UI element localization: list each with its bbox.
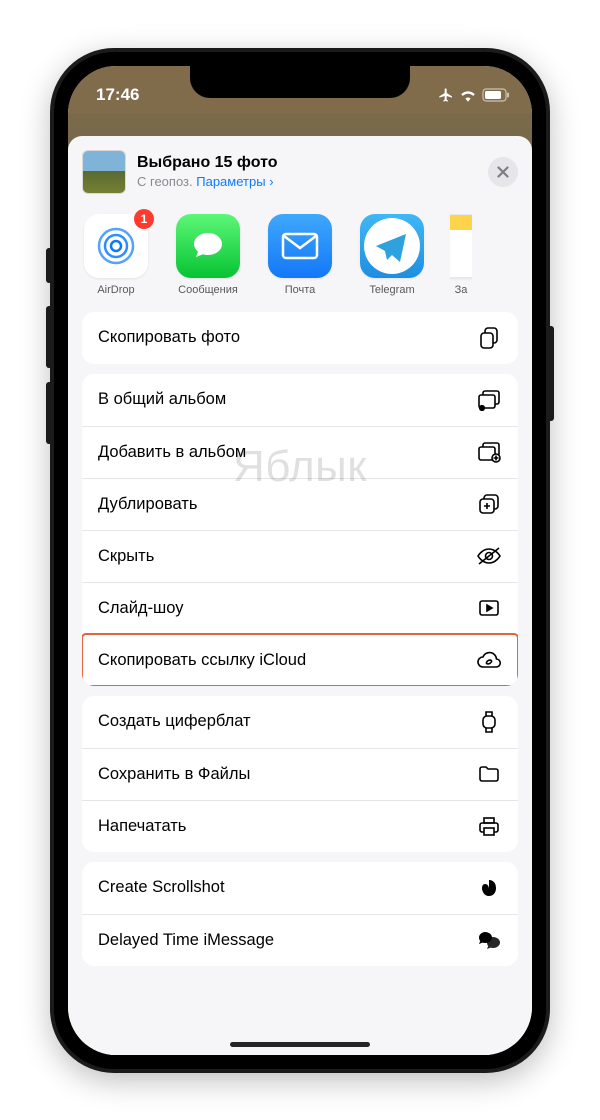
action-copy-photo[interactable]: Скопировать фото: [82, 312, 518, 364]
close-button[interactable]: [488, 157, 518, 187]
app-label: AirDrop: [97, 284, 134, 296]
actions-list[interactable]: Скопировать фото В общий альбом: [68, 312, 532, 1055]
printer-icon: [476, 815, 502, 837]
selection-thumbnail: [82, 150, 126, 194]
telegram-icon: [360, 214, 424, 278]
airdrop-badge: 1: [134, 209, 154, 229]
sheet-title: Выбрано 15 фото: [137, 154, 277, 172]
screen: 17:46 Выбрано 15 фото С геопоз.: [68, 66, 532, 1055]
sheet-subtitle: С геопоз. Параметры ›: [137, 174, 277, 189]
wifi-icon: [459, 88, 477, 102]
scrollshot-icon: [476, 878, 502, 898]
action-create-watchface[interactable]: Создать циферблат: [82, 696, 518, 748]
share-apps-row[interactable]: 1 AirDrop Сообщения Почта: [68, 204, 532, 312]
action-print[interactable]: Напечатать: [82, 800, 518, 852]
app-label: Сообщения: [178, 284, 238, 296]
notes-icon: [450, 214, 472, 278]
app-label: Telegram: [369, 284, 414, 296]
chat-bubbles-icon: [476, 930, 502, 950]
app-label: За: [455, 284, 468, 296]
app-airdrop[interactable]: 1 AirDrop: [82, 214, 150, 296]
action-add-to-album[interactable]: Добавить в альбом: [82, 426, 518, 478]
shared-album-icon: [476, 389, 502, 411]
action-label: Delayed Time iMessage: [98, 931, 274, 950]
copy-icon: [476, 326, 502, 350]
action-shared-album[interactable]: В общий альбом: [82, 374, 518, 426]
geolocation-label: С геопоз.: [137, 174, 193, 189]
add-to-album-icon: [476, 441, 502, 463]
action-label: Сохранить в Файлы: [98, 765, 250, 784]
action-label: Слайд-шоу: [98, 599, 184, 618]
play-icon: [476, 599, 502, 617]
volume-down-button: [46, 382, 50, 444]
mute-switch: [46, 248, 50, 283]
cloud-link-icon: [476, 651, 502, 669]
home-indicator[interactable]: [230, 1042, 370, 1047]
action-label: Скрыть: [98, 547, 154, 566]
action-save-to-files[interactable]: Сохранить в Файлы: [82, 748, 518, 800]
action-copy-icloud-link[interactable]: Скопировать ссылку iCloud: [82, 634, 518, 686]
notch: [190, 66, 410, 98]
options-link[interactable]: Параметры ›: [196, 174, 273, 189]
messages-icon: [176, 214, 240, 278]
duplicate-icon: [476, 493, 502, 515]
action-create-scrollshot[interactable]: Create Scrollshot: [82, 862, 518, 914]
hide-icon: [476, 546, 502, 566]
app-notes-partial[interactable]: За: [450, 214, 472, 296]
action-label: Добавить в альбом: [98, 443, 246, 462]
app-mail[interactable]: Почта: [266, 214, 334, 296]
app-label: Почта: [285, 284, 316, 296]
mail-icon: [268, 214, 332, 278]
action-label: Напечатать: [98, 817, 186, 836]
action-label: Создать циферблат: [98, 712, 251, 731]
action-label: Скопировать ссылку iCloud: [98, 651, 306, 670]
action-duplicate[interactable]: Дублировать: [82, 478, 518, 530]
app-telegram[interactable]: Telegram: [358, 214, 426, 296]
side-button: [550, 326, 554, 421]
folder-icon: [476, 765, 502, 783]
battery-icon: [482, 88, 510, 102]
sheet-header: Выбрано 15 фото С геопоз. Параметры ›: [68, 136, 532, 204]
action-hide[interactable]: Скрыть: [82, 530, 518, 582]
watch-icon: [476, 710, 502, 734]
action-label: Create Scrollshot: [98, 878, 225, 897]
status-time: 17:46: [96, 85, 139, 105]
share-sheet: Выбрано 15 фото С геопоз. Параметры ›: [68, 136, 532, 1055]
action-delayed-imessage[interactable]: Delayed Time iMessage: [82, 914, 518, 966]
airplane-mode-icon: [438, 87, 454, 103]
action-label: Дублировать: [98, 495, 197, 514]
volume-up-button: [46, 306, 50, 368]
action-label: В общий альбом: [98, 390, 226, 409]
action-label: Скопировать фото: [98, 328, 240, 347]
phone-frame: 17:46 Выбрано 15 фото С геопоз.: [50, 48, 550, 1073]
close-icon: [497, 166, 509, 178]
app-messages[interactable]: Сообщения: [174, 214, 242, 296]
action-slideshow[interactable]: Слайд-шоу: [82, 582, 518, 634]
